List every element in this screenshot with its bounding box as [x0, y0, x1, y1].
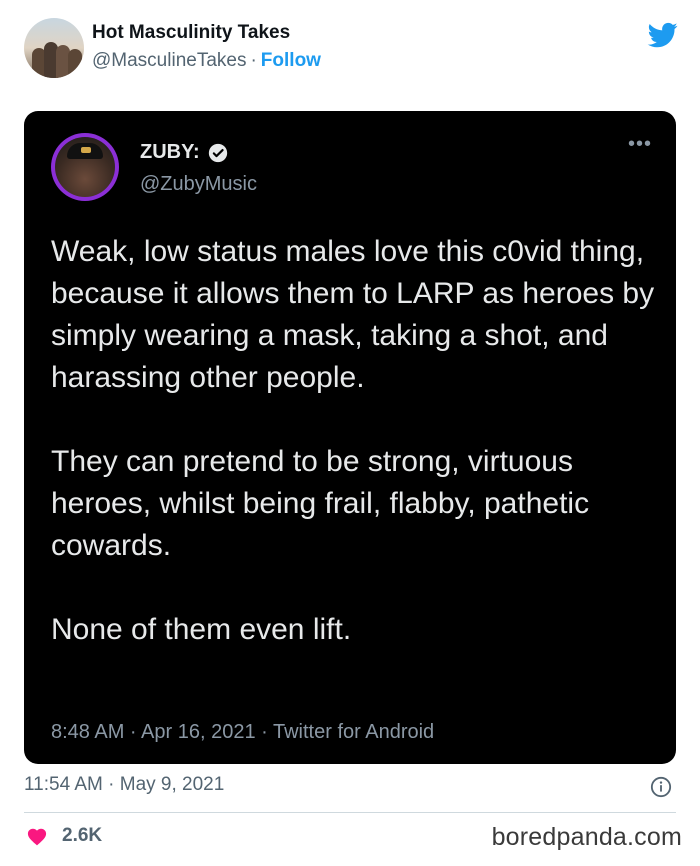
- heart-icon[interactable]: [26, 826, 48, 846]
- quoted-tweet-card[interactable]: ZUBY: @ZubyMusic ••• Weak, low status ma…: [24, 111, 676, 764]
- separator: ·: [250, 50, 257, 71]
- quoted-handle[interactable]: @ZubyMusic: [140, 173, 257, 196]
- info-icon[interactable]: [650, 776, 672, 798]
- quoted-name[interactable]: ZUBY:: [140, 141, 200, 164]
- quoted-tweet-meta[interactable]: 8:48 AM · Apr 16, 2021 · Twitter for And…: [51, 721, 434, 744]
- author-name[interactable]: Hot Masculinity Takes: [92, 22, 290, 44]
- tweet-paragraph: None of them even lift.: [51, 613, 352, 646]
- like-count: 2.6K: [62, 825, 103, 846]
- author-handle[interactable]: @MasculineTakes: [92, 50, 246, 71]
- follow-button[interactable]: Follow: [261, 50, 321, 71]
- tweet-header: Hot Masculinity Takes @MasculineTakes · Fo…: [24, 18, 684, 82]
- quoted-name-row: ZUBY:: [140, 141, 228, 164]
- likes-row[interactable]: 2.6K: [26, 825, 102, 847]
- twitter-bird-icon[interactable]: [646, 20, 680, 50]
- divider: [24, 812, 676, 813]
- tweet-paragraph: Weak, low status males love this c0vid t…: [51, 235, 655, 394]
- quoted-avatar[interactable]: [51, 133, 119, 201]
- tweet-timestamp[interactable]: 11:54 AM · May 9, 2021: [24, 774, 224, 796]
- verified-badge-icon: [208, 143, 227, 162]
- tweet-paragraph: They can pretend to be strong, virtuous …: [51, 445, 590, 562]
- quoted-tweet-text: Weak, low status males love this c0vid t…: [51, 231, 655, 651]
- author-avatar[interactable]: [24, 18, 84, 78]
- author-handle-row: @MasculineTakes · Follow: [92, 50, 321, 72]
- more-options-icon[interactable]: •••: [628, 134, 652, 154]
- watermark: boredpanda.com: [491, 823, 682, 851]
